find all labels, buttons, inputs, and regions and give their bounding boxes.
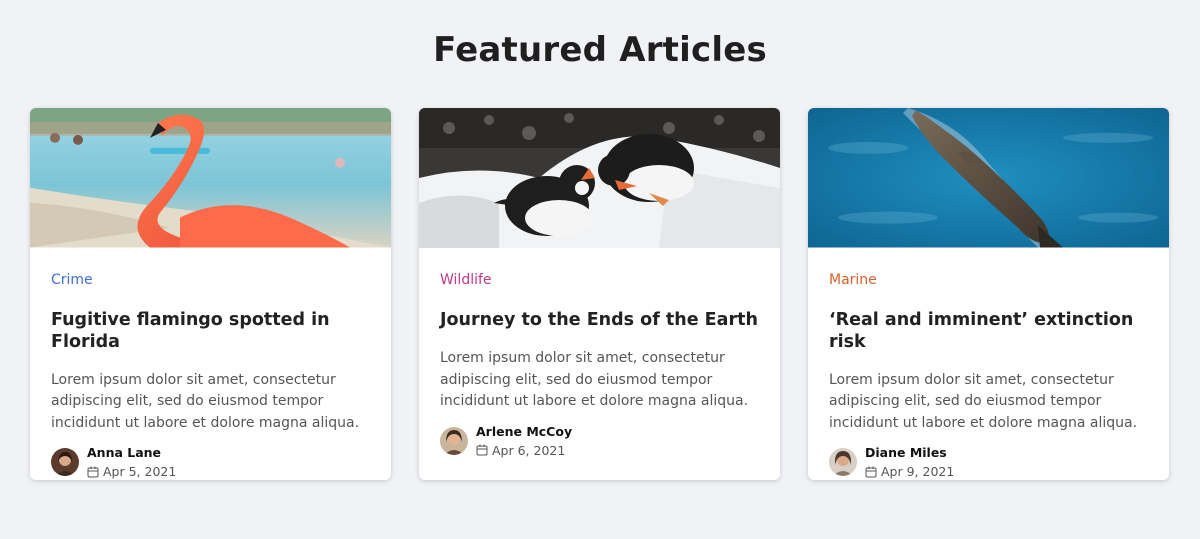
article-card-list: Crime Fugitive flamingo spotted in Flori… (30, 108, 1169, 480)
article-excerpt: Lorem ipsum dolor sit amet, consectetur … (829, 371, 1138, 431)
article-title[interactable]: Journey to the Ends of the Earth (440, 309, 759, 331)
article-date-row: Apr 6, 2021 (476, 442, 572, 459)
page-heading: Featured Articles (433, 30, 767, 70)
article-card[interactable]: Marine ‘Real and imminent’ extinction ri… (808, 108, 1169, 480)
article-excerpt: Lorem ipsum dolor sit amet, consectetur … (51, 371, 360, 431)
article-title[interactable]: Fugitive flamingo spotted in Florida (51, 309, 370, 353)
author-name[interactable]: Anna Lane (87, 444, 176, 462)
article-card[interactable]: Crime Fugitive flamingo spotted in Flori… (30, 108, 391, 480)
featured-articles-page: Featured Articles Crime Fugitive flaming… (0, 0, 1200, 539)
article-image-flamingo[interactable] (30, 108, 391, 248)
calendar-icon (87, 466, 99, 478)
article-category[interactable]: Crime (51, 271, 370, 289)
article-author: Diane Miles Apr 9, 2021 (829, 444, 1148, 480)
article-card[interactable]: Wildlife Journey to the Ends of the Eart… (419, 108, 780, 480)
article-author: Arlene McCoy Apr 6, 2021 (440, 423, 759, 459)
article-title[interactable]: ‘Real and imminent’ extinction risk (829, 309, 1148, 353)
author-avatar[interactable] (440, 426, 468, 455)
author-avatar[interactable] (51, 448, 79, 476)
calendar-icon (865, 466, 877, 478)
article-author: Anna Lane Apr 5, 2021 (51, 444, 370, 480)
article-excerpt: Lorem ipsum dolor sit amet, consectetur … (440, 350, 749, 409)
article-date: Apr 6, 2021 (492, 442, 566, 458)
article-date: Apr 9, 2021 (881, 464, 955, 479)
article-date: Apr 5, 2021 (103, 464, 177, 479)
article-category[interactable]: Marine (829, 271, 1148, 289)
article-category[interactable]: Wildlife (440, 271, 759, 289)
calendar-icon (476, 444, 488, 456)
author-name[interactable]: Diane Miles (865, 444, 954, 462)
article-image-seal[interactable] (808, 108, 1169, 248)
article-image-penguins[interactable] (419, 108, 780, 248)
author-avatar[interactable] (829, 448, 857, 476)
author-name[interactable]: Arlene McCoy (476, 423, 572, 441)
article-date-row: Apr 5, 2021 (87, 463, 176, 480)
article-date-row: Apr 9, 2021 (865, 463, 954, 480)
